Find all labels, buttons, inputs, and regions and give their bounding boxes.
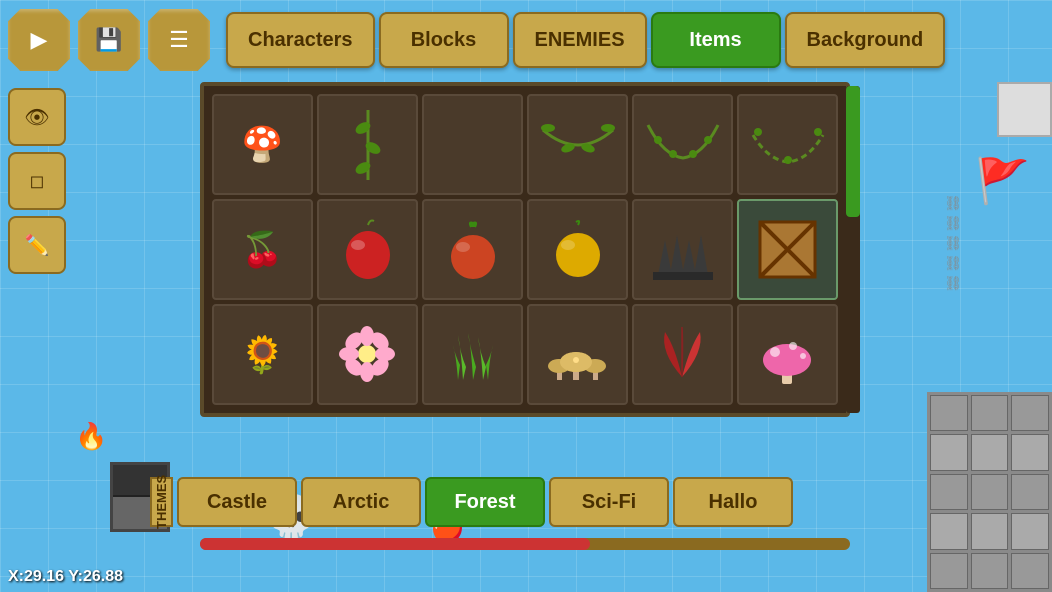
item-grass-clump[interactable] <box>422 304 523 405</box>
pink-mushroom-icon <box>755 322 820 387</box>
eye-button[interactable]: 👁 <box>8 88 66 146</box>
pencil-button[interactable]: ✏️ <box>8 216 66 274</box>
stone-block <box>930 553 968 589</box>
theme-arctic[interactable]: Arctic <box>301 477 421 527</box>
stone-block <box>1011 553 1049 589</box>
vine-arc-icon <box>538 120 618 170</box>
theme-castle[interactable]: Castle <box>177 477 297 527</box>
stone-block <box>971 395 1009 431</box>
progress-fill <box>200 538 590 550</box>
white-panel <box>997 82 1052 137</box>
flower-svg-icon <box>335 322 400 387</box>
pencil-icon: ✏️ <box>25 233 50 258</box>
themes-bar: THEMES Castle Arctic Forest Sci-Fi Hallo <box>150 472 1052 532</box>
panel-scrollbar[interactable] <box>846 86 860 413</box>
tab-enemies[interactable]: ENEMIES <box>513 12 647 68</box>
torch-decoration: 🔥 <box>75 421 107 452</box>
tomato-svg-icon <box>443 217 503 282</box>
flag-decoration: 🚩 <box>975 155 1030 207</box>
tab-items[interactable]: Items <box>651 12 781 68</box>
item-red-leaf[interactable] <box>632 304 733 405</box>
apple-svg-icon <box>338 217 398 282</box>
eye-icon: 👁 <box>24 105 49 130</box>
item-pink-mushroom[interactable] <box>737 304 838 405</box>
play-button[interactable]: ▶ <box>8 9 70 71</box>
play-icon: ▶ <box>31 27 48 53</box>
nav-tabs: Characters Blocks ENEMIES Items Backgrou… <box>226 12 945 68</box>
item-cherry[interactable]: 🍒 <box>212 199 313 300</box>
item-spikes[interactable] <box>632 199 733 300</box>
save-icon: 💾 <box>95 27 122 53</box>
theme-forest[interactable]: Forest <box>425 477 545 527</box>
toolbar: ▶ 💾 ☰ Characters Blocks ENEMIES Items Ba… <box>0 0 1052 80</box>
item-crate[interactable] <box>737 199 838 300</box>
theme-scifi[interactable]: Sci-Fi <box>549 477 669 527</box>
stone-block <box>971 553 1009 589</box>
vine-necklace-icon <box>643 120 723 170</box>
item-empty-2[interactable] <box>422 94 523 195</box>
stone-block <box>930 434 968 470</box>
stone-block <box>1011 434 1049 470</box>
theme-tabs: Castle Arctic Forest Sci-Fi Hallo <box>177 477 793 527</box>
item-mushroom[interactable]: 🍄 <box>212 94 313 195</box>
tab-blocks[interactable]: Blocks <box>379 12 509 68</box>
crate-svg-icon <box>755 217 820 282</box>
red-leaf-icon <box>650 322 715 387</box>
eraser-icon: ◻ <box>30 171 45 192</box>
eraser-button[interactable]: ◻ <box>8 152 66 210</box>
menu-icon: ☰ <box>169 27 189 53</box>
vine-chain-icon <box>748 120 828 170</box>
scrollbar-thumb <box>846 86 860 217</box>
theme-hallo[interactable]: Hallo <box>673 477 793 527</box>
item-vine-chain[interactable] <box>737 94 838 195</box>
mushroom-cluster-icon <box>543 322 613 387</box>
item-vine-arc[interactable] <box>527 94 628 195</box>
stone-block <box>930 395 968 431</box>
item-flower[interactable] <box>317 304 418 405</box>
menu-button[interactable]: ☰ <box>148 9 210 71</box>
sunflower-emoji: 🌻 <box>240 337 285 373</box>
mushroom-emoji: 🍄 <box>241 128 283 162</box>
item-sunflower[interactable]: 🌻 <box>212 304 313 405</box>
themes-label: THEMES <box>150 477 173 527</box>
cherry-emoji: 🍒 <box>241 233 283 267</box>
item-empty-1[interactable] <box>317 94 418 195</box>
grass-clump-icon <box>438 325 508 385</box>
left-sidebar: 👁 ◻ ✏️ <box>0 80 75 282</box>
item-vine-necklace[interactable] <box>632 94 733 195</box>
spikes-svg-icon <box>648 220 718 280</box>
chain-decoration: ⛓ ⛓ ⛓ ⛓ ⛓ <box>944 195 962 292</box>
item-apple[interactable] <box>317 199 418 300</box>
tab-background[interactable]: Background <box>785 12 946 68</box>
stone-block <box>1011 395 1049 431</box>
stone-block <box>971 434 1009 470</box>
progress-bar <box>200 538 850 550</box>
orange-svg-icon <box>548 217 608 282</box>
vine-v-icon <box>348 110 388 180</box>
coordinates: X:29.16 Y:26.88 <box>8 568 123 586</box>
save-button[interactable]: 💾 <box>78 9 140 71</box>
item-mushroom-cluster[interactable] <box>527 304 628 405</box>
item-tomato[interactable] <box>422 199 523 300</box>
items-panel: 🍄 <box>200 82 850 417</box>
item-orange[interactable] <box>527 199 628 300</box>
items-grid: 🍄 <box>212 94 838 405</box>
tab-characters[interactable]: Characters <box>226 12 375 68</box>
